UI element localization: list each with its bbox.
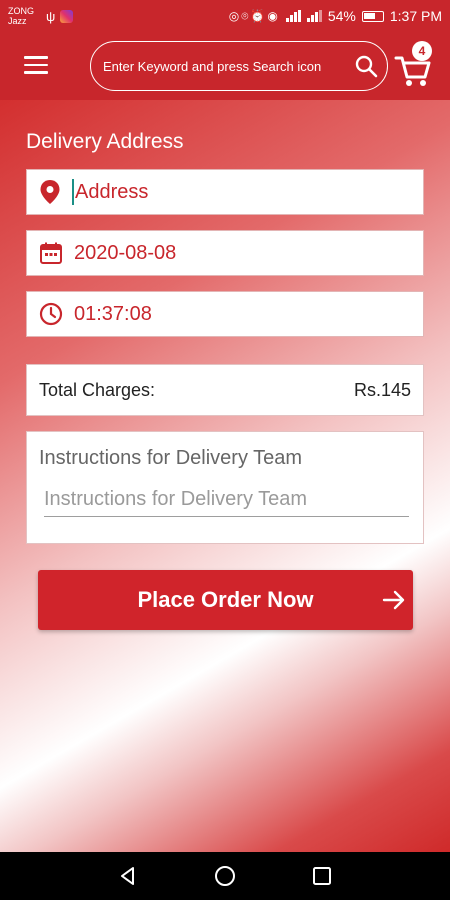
recents-icon	[312, 867, 331, 885]
search-box[interactable]	[90, 41, 388, 91]
total-charges-label: Total Charges:	[39, 379, 156, 400]
total-charges-value: Rs.145	[353, 379, 411, 400]
status-bar: ZONG Jazz ψ ◎⌾⏰◉ 54% 1:37 PM	[0, 0, 450, 32]
clock-icon	[39, 302, 63, 326]
delivery-address-title: Delivery Address	[26, 130, 184, 153]
text-cursor	[72, 179, 74, 205]
cart-count-badge: 4	[412, 41, 432, 61]
date-value[interactable]: 2020-08-08	[74, 242, 176, 265]
recents-button[interactable]	[302, 856, 342, 896]
instructions-input[interactable]	[44, 488, 409, 517]
app-bar: 4	[0, 32, 450, 100]
total-charges-card: Total Charges: Rs.145	[26, 364, 424, 416]
location-pin-icon	[40, 180, 60, 204]
cart-button[interactable]: 4	[394, 41, 434, 88]
carrier-line-2: Jazz	[8, 16, 27, 26]
clock-time: 1:37 PM	[389, 8, 442, 24]
home-button[interactable]	[205, 856, 245, 896]
carrier-line-1: ZONG	[8, 6, 34, 16]
instagram-notification-icon	[60, 9, 74, 23]
battery-percent: 54%	[327, 8, 356, 24]
date-field[interactable]: 2020-08-08	[26, 230, 424, 276]
instructions-card: Instructions for Delivery Team	[26, 431, 424, 544]
battery-icon	[361, 10, 384, 22]
place-order-label: Place Order Now	[137, 587, 314, 612]
time-field[interactable]: 01:37:08	[26, 291, 424, 337]
back-icon	[121, 867, 135, 885]
signal-icon-2	[306, 10, 322, 22]
time-value[interactable]: 01:37:08	[74, 303, 152, 326]
arrow-right-icon	[382, 590, 405, 610]
calendar-icon	[40, 242, 62, 264]
instructions-title: Instructions for Delivery Team	[39, 447, 303, 469]
search-icon[interactable]	[354, 54, 378, 78]
signal-icon	[285, 10, 301, 22]
home-icon	[214, 866, 235, 886]
carrier-label: ZONG Jazz	[8, 6, 44, 26]
status-indicator-icons: ◎⌾⏰◉	[228, 8, 280, 23]
place-order-button[interactable]: Place Order Now	[38, 570, 413, 630]
usb-icon: ψ	[46, 8, 56, 24]
address-field[interactable]: Address	[26, 169, 424, 215]
menu-icon[interactable]	[24, 56, 48, 76]
back-button[interactable]	[108, 856, 148, 896]
system-nav-bar	[0, 852, 450, 900]
address-input[interactable]: Address	[75, 181, 148, 204]
status-right: ◎⌾⏰◉ 54% 1:37 PM	[229, 8, 442, 24]
search-input[interactable]	[103, 58, 343, 74]
